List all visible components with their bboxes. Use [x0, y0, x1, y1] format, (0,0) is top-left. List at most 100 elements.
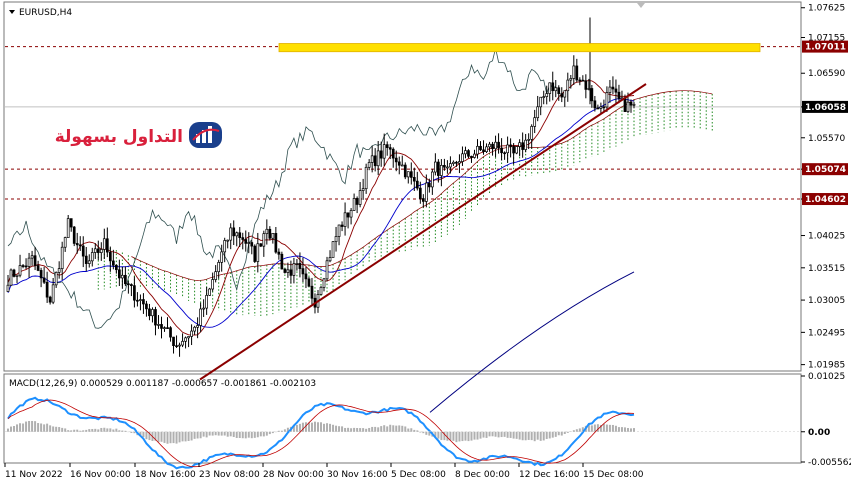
price-tick-label: 1.06590: [808, 69, 845, 79]
candle-body: [39, 270, 43, 279]
candle-body: [108, 251, 112, 262]
candle-body: [409, 171, 413, 178]
candle-body: [322, 278, 326, 288]
candle-body: [12, 269, 16, 277]
candle-body: [280, 253, 284, 270]
candle-body: [226, 239, 230, 242]
price-tick-label: 1.02495: [808, 328, 845, 338]
candle-body: [415, 180, 419, 189]
candle-body: [199, 308, 202, 326]
candle-body: [524, 139, 528, 150]
candle-body: [184, 337, 187, 342]
macd-label: MACD(12,26,9) 0.000529 0.001187 -0.00065…: [9, 379, 316, 389]
candle-body: [328, 257, 332, 262]
candle-body: [136, 299, 139, 302]
candle-body: [274, 233, 278, 253]
candle-body: [563, 90, 567, 98]
candle-body: [99, 249, 103, 253]
time-tick-label: 15 Dec 08:00: [583, 470, 644, 480]
candle-body: [614, 88, 618, 93]
candle-body: [30, 255, 34, 259]
candle-body: [485, 146, 488, 153]
candle-body: [81, 245, 85, 257]
time-tick-label: 28 Nov 00:00: [263, 470, 324, 480]
candle-body: [96, 248, 100, 253]
candle-body: [497, 141, 500, 149]
symbol-title: EURUSD,H4: [19, 8, 72, 18]
candle-body: [578, 79, 582, 82]
time-tick-label: 5 Dec 08:00: [391, 470, 446, 480]
candle-body: [250, 242, 254, 247]
candle-body: [208, 288, 211, 296]
candle-body: [277, 251, 281, 255]
candle-body: [611, 86, 615, 90]
candle-body: [440, 164, 443, 176]
candle-body: [223, 240, 227, 253]
candle-body: [181, 340, 184, 346]
time-tick-label: 12 Dec 16:00: [519, 470, 580, 480]
candle-body: [271, 233, 275, 239]
candle-body: [111, 260, 115, 266]
candle-body: [33, 255, 37, 266]
candle-body: [114, 264, 118, 271]
candle-body: [632, 103, 636, 106]
candle-body: [482, 149, 485, 153]
chart-window[interactable]: EURUSD,H4 1.076251.071551.065901.060581.…: [0, 0, 851, 485]
candle-body: [295, 263, 299, 265]
candle-body: [69, 218, 73, 228]
candle-body: [446, 166, 449, 169]
candle-body: [569, 78, 573, 81]
resistance-zone: [278, 43, 761, 53]
candle-body: [346, 212, 350, 218]
candle-body: [268, 228, 272, 239]
candle-body: [500, 147, 503, 154]
candle-body: [575, 65, 579, 81]
price-marker-label: 1.06058: [805, 103, 846, 113]
candle-body: [596, 107, 600, 110]
candle-body: [256, 243, 260, 262]
candle-body: [36, 265, 40, 271]
candle-body: [464, 150, 467, 155]
candle-body: [503, 152, 506, 155]
candle-body: [187, 336, 190, 339]
candle-body: [400, 164, 404, 167]
candle-body: [412, 177, 416, 182]
candle-body: [443, 164, 446, 168]
candle-body: [6, 284, 10, 292]
candle-body: [533, 117, 537, 127]
candle-body: [608, 86, 612, 93]
candle-body: [437, 161, 440, 176]
candle-body: [151, 309, 154, 317]
candle-body: [60, 246, 64, 269]
time-tick-label: 18 Nov 16:00: [135, 470, 196, 480]
candle-body: [449, 163, 452, 168]
candle-body: [394, 157, 398, 163]
price-tick-label: 1.03005: [808, 296, 845, 306]
candle-body: [506, 144, 509, 154]
candle-body: [617, 91, 621, 99]
price-panel[interactable]: [3, 1, 802, 372]
candle-body: [259, 243, 263, 247]
candle-body: [289, 269, 293, 276]
candle-body: [163, 327, 166, 329]
candle-body: [626, 101, 630, 112]
candle-body: [542, 96, 546, 98]
candle-body: [593, 100, 597, 109]
candle-body: [157, 324, 160, 326]
macd-tick-label: 0.01025: [808, 372, 845, 382]
candle-body: [605, 92, 609, 108]
candle-body: [367, 162, 371, 168]
price-tick-label: 1.05570: [808, 134, 845, 144]
price-tick-label: 1.07625: [808, 4, 845, 14]
candle-body: [265, 228, 269, 235]
candle-body: [349, 210, 353, 218]
candle-body: [557, 87, 561, 95]
candle-body: [217, 262, 221, 273]
candle-body: [211, 279, 215, 290]
candle-body: [160, 324, 163, 329]
candle-body: [406, 171, 410, 178]
watermark-text: التداول بسهولة: [55, 127, 183, 147]
candle-body: [385, 144, 389, 148]
candle-body: [551, 82, 555, 92]
candle-body: [364, 166, 368, 190]
